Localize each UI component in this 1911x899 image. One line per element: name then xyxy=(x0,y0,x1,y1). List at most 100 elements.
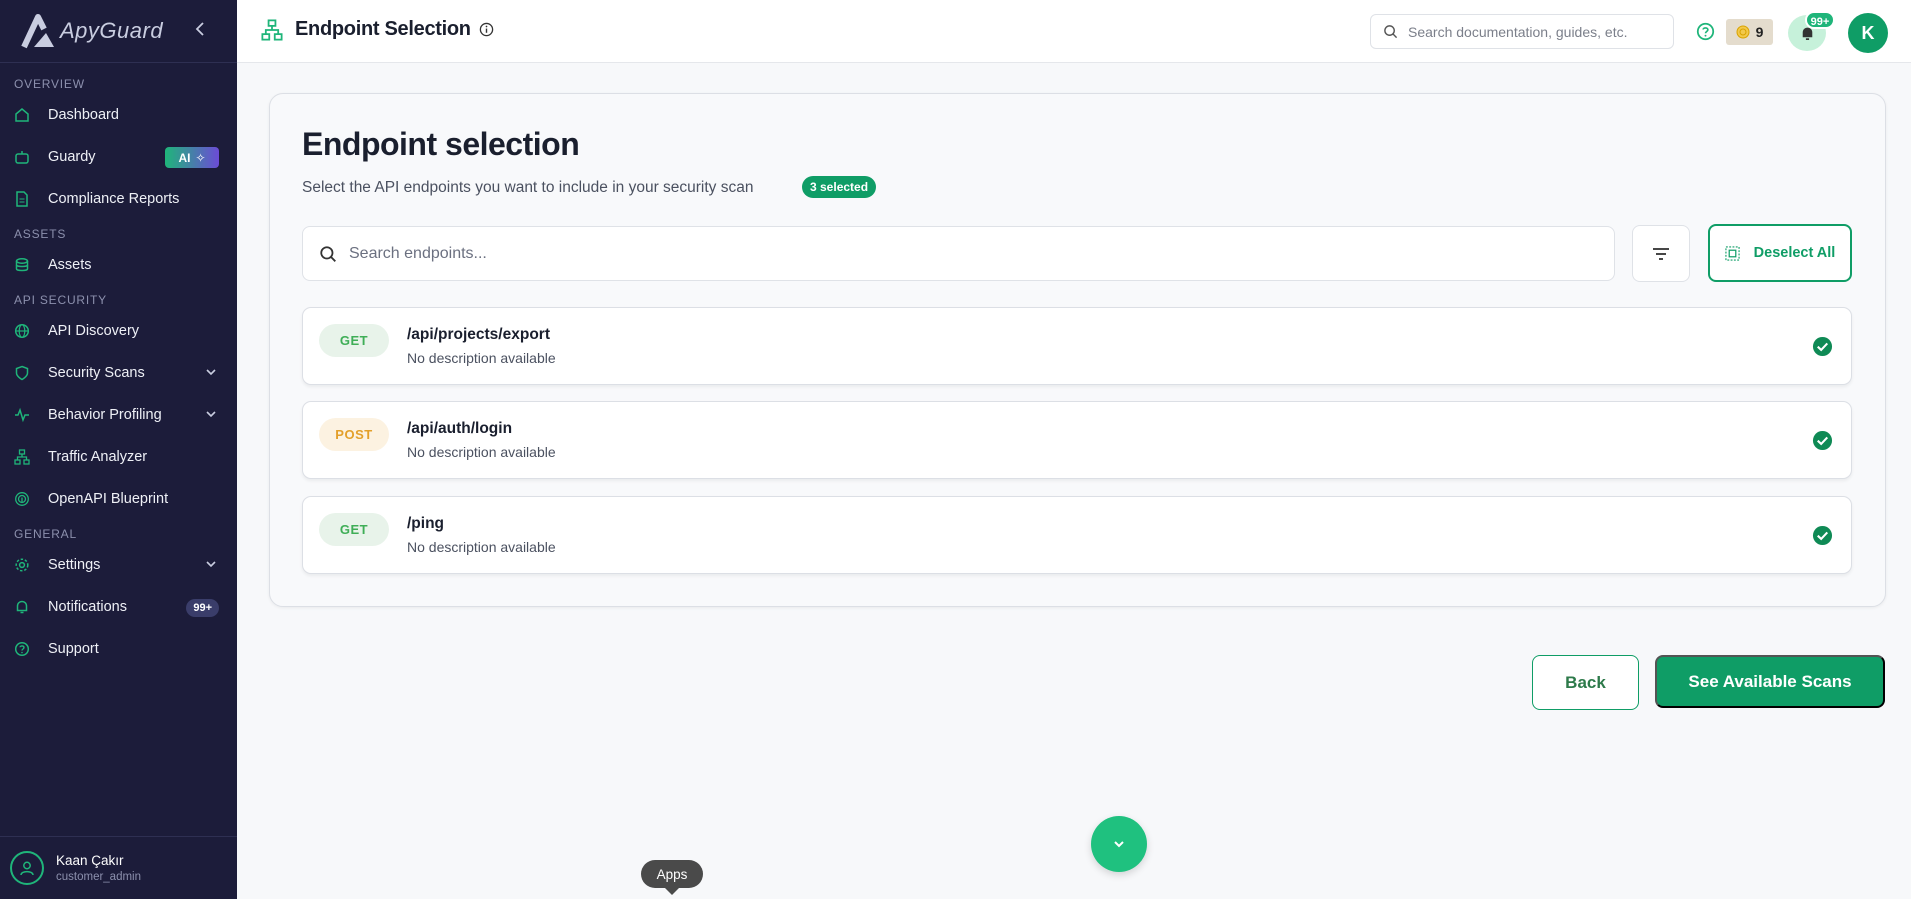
endpoint-description: No description available xyxy=(407,350,556,366)
scroll-down-button[interactable] xyxy=(1091,816,1147,872)
sidebar-item-assets[interactable]: Assets xyxy=(0,244,237,286)
sidebar-item-label: Compliance Reports xyxy=(48,191,180,207)
chevron-down-icon xyxy=(1114,841,1124,848)
sparkle-icon: ✧ xyxy=(195,150,206,165)
info-icon[interactable] xyxy=(479,22,494,37)
endpoint-row[interactable]: POST /api/auth/login No description avai… xyxy=(302,401,1852,479)
credits-chip[interactable]: 9 xyxy=(1726,19,1773,45)
sidebar-item-traffic-analyzer[interactable]: Traffic Analyzer xyxy=(0,436,237,478)
method-badge: GET xyxy=(319,513,389,546)
user-profile[interactable]: Kaan Çakır customer_admin xyxy=(0,836,237,899)
page-title-group: Endpoint Selection xyxy=(261,18,494,41)
endpoint-search-input[interactable] xyxy=(349,244,1549,263)
gear-icon xyxy=(14,557,30,573)
chevron-down-icon xyxy=(206,369,216,376)
sidebar-item-behavior-profiling[interactable]: Behavior Profiling xyxy=(0,394,237,436)
sidebar-item-label: Assets xyxy=(48,257,92,273)
chevron-down-icon xyxy=(206,411,216,418)
ai-badge-label: AI xyxy=(178,150,191,165)
filter-icon xyxy=(1653,247,1669,260)
sidebar-item-label: Security Scans xyxy=(48,365,145,381)
check-circle-icon[interactable] xyxy=(1812,525,1833,546)
user-name: Kaan Çakır xyxy=(56,853,124,868)
card-subtitle: Select the API endpoints you want to inc… xyxy=(302,179,754,196)
ai-badge: AI ✧ xyxy=(165,147,219,168)
bell-icon xyxy=(14,599,30,615)
top-bar: Endpoint Selection 9 99+ K xyxy=(237,0,1911,63)
see-available-scans-button[interactable]: See Available Scans xyxy=(1655,655,1885,708)
sidebar-item-label: Dashboard xyxy=(48,107,119,123)
back-button[interactable]: Back xyxy=(1532,655,1639,710)
endpoint-description: No description available xyxy=(407,539,556,555)
sidebar-item-api-discovery[interactable]: API Discovery xyxy=(0,310,237,352)
sidebar-item-label: API Discovery xyxy=(48,323,140,339)
collapse-sidebar-icon[interactable] xyxy=(195,20,213,40)
sidebar-item-support[interactable]: Support xyxy=(0,628,237,670)
apps-tooltip: Apps xyxy=(641,860,703,895)
sidebar-item-label: Notifications xyxy=(48,599,127,615)
user-avatar-icon xyxy=(10,851,44,885)
brand-name: ApyGuard xyxy=(60,18,164,43)
network-icon xyxy=(261,18,283,41)
docs-search[interactable] xyxy=(1370,14,1674,49)
search-icon xyxy=(320,245,336,262)
deselect-all-label: Deselect All xyxy=(1753,245,1836,261)
endpoint-path: /api/auth/login xyxy=(407,420,513,437)
sidebar-item-label: Settings xyxy=(48,557,101,573)
help-icon[interactable] xyxy=(1696,22,1715,41)
sidebar-item-compliance-reports[interactable]: Compliance Reports xyxy=(0,178,237,220)
method-badge: GET xyxy=(319,324,389,357)
docs-search-input[interactable] xyxy=(1408,23,1658,40)
user-role: customer_admin xyxy=(56,871,142,883)
help-circle-icon xyxy=(14,641,30,657)
coin-icon xyxy=(1736,25,1750,39)
credits-count: 9 xyxy=(1755,24,1764,40)
database-icon xyxy=(14,257,30,273)
section-label-api-security: API SECURITY xyxy=(14,293,107,307)
endpoint-row[interactable]: GET /ping No description available xyxy=(302,496,1852,574)
sidebar-item-label: Guardy xyxy=(48,149,96,165)
select-box-icon xyxy=(1725,245,1740,261)
globe-icon xyxy=(14,323,30,339)
check-circle-icon[interactable] xyxy=(1812,336,1833,357)
search-icon xyxy=(1384,25,1398,39)
endpoint-search[interactable] xyxy=(302,226,1615,281)
sidebar-item-settings[interactable]: Settings xyxy=(0,544,237,586)
notification-count-badge: 99+ xyxy=(1805,11,1835,29)
activity-icon xyxy=(14,407,30,423)
sidebar-item-security-scans[interactable]: Security Scans xyxy=(0,352,237,394)
endpoint-path: /api/projects/export xyxy=(407,326,550,343)
dashboard-icon xyxy=(14,107,30,123)
endpoint-path: /ping xyxy=(407,515,445,532)
section-label-general: GENERAL xyxy=(14,527,77,541)
deselect-all-button[interactable]: Deselect All xyxy=(1708,224,1852,282)
network-icon xyxy=(14,449,30,465)
endpoint-row[interactable]: GET /api/projects/export No description … xyxy=(302,307,1852,385)
section-label-assets: ASSETS xyxy=(14,227,67,241)
sidebar-item-notifications[interactable]: Notifications 99+ xyxy=(0,586,237,628)
user-avatar[interactable]: K xyxy=(1848,13,1888,53)
check-circle-icon[interactable] xyxy=(1812,430,1833,451)
document-icon xyxy=(14,191,30,207)
shield-icon xyxy=(14,365,30,381)
apyguard-logo-icon xyxy=(21,14,54,49)
sidebar-item-dashboard[interactable]: Dashboard xyxy=(0,94,237,136)
endpoint-selection-card: Endpoint selection Select the API endpoi… xyxy=(269,93,1886,607)
method-badge: POST xyxy=(319,418,389,451)
selected-count-badge: 3 selected xyxy=(802,176,877,198)
robot-icon xyxy=(14,149,30,165)
sidebar-item-label: OpenAPI Blueprint xyxy=(48,491,169,507)
endpoint-description: No description available xyxy=(407,444,556,460)
filter-button[interactable] xyxy=(1632,225,1690,282)
sidebar-item-label: Traffic Analyzer xyxy=(48,449,148,465)
sidebar-item-label: Behavior Profiling xyxy=(48,407,162,423)
section-label-overview: OVERVIEW xyxy=(14,77,85,91)
card-title: Endpoint selection xyxy=(302,126,580,162)
fingerprint-icon xyxy=(14,491,30,507)
brand: ApyGuard xyxy=(0,0,237,62)
sidebar-item-label: Support xyxy=(48,641,99,657)
sidebar: ApyGuard OVERVIEW Dashboard Guardy AI ✧ C… xyxy=(0,0,237,899)
sidebar-item-openapi-blueprint[interactable]: OpenAPI Blueprint xyxy=(0,478,237,520)
sidebar-item-guardy[interactable]: Guardy AI ✧ xyxy=(0,136,237,178)
page-title: Endpoint Selection xyxy=(295,18,471,40)
